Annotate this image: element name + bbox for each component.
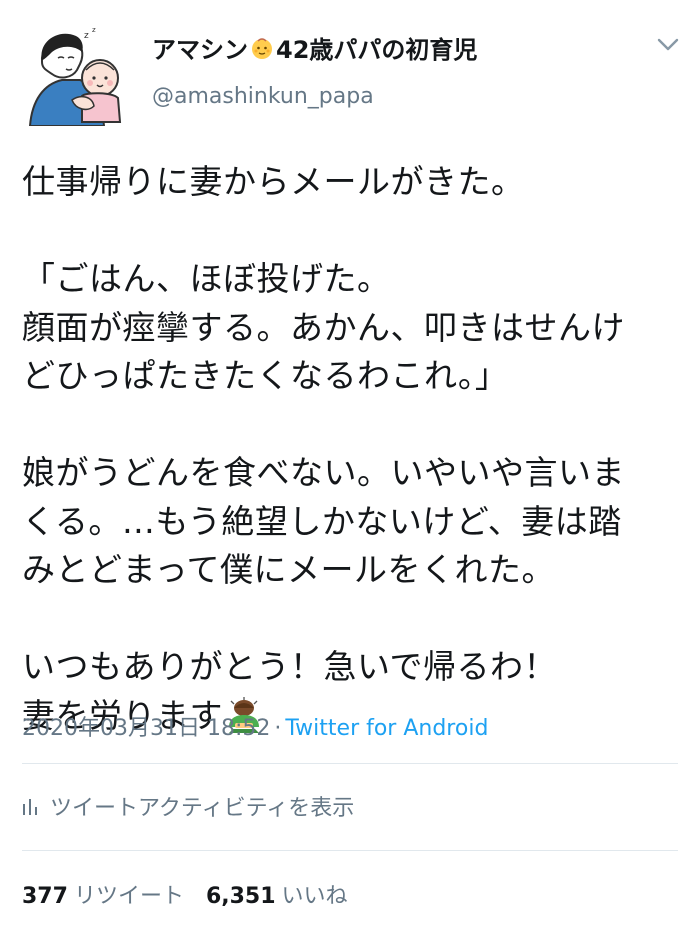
tweet-line: くる。…もう絶望しかないけど、妻は踏 <box>22 501 622 541</box>
divider <box>22 763 678 764</box>
tweet-line: 「ごはん、ほぼ投げた。 <box>22 259 391 298</box>
tweet-source-link[interactable]: Twitter for Android <box>285 716 488 741</box>
chevron-down-icon[interactable] <box>656 36 680 54</box>
svg-text:z: z <box>92 26 96 34</box>
divider <box>22 850 678 851</box>
user-handle[interactable]: @amashinkun_papa <box>152 84 374 109</box>
bar-chart-icon <box>23 799 37 815</box>
likes-count: 6,351 <box>205 884 276 909</box>
meta-separator: · <box>274 716 282 741</box>
user-avatar[interactable]: z z <box>22 22 132 126</box>
tweet-line: いつもありがとう！急いで帰るわ！ <box>22 647 558 686</box>
tweet-activity-link[interactable]: ツイートアクティビティを表示 <box>22 790 354 822</box>
activity-label: ツイートアクティビティを表示 <box>50 796 355 821</box>
baby-emoji-icon <box>252 37 272 59</box>
retweets-stat[interactable]: 377 リツイート <box>22 884 184 909</box>
tweet-line: 仕事帰りに妻からメールがきた。 <box>22 162 525 201</box>
tweet-stats: 377 リツイート 6,351 いいね <box>22 878 348 910</box>
tweet-line: どひっぱたきたくなるわこれ。」 <box>22 356 509 395</box>
tweet-text: 仕事帰りに妻からメールがきた。 「ごはん、ほぼ投げた。 顔面が痙攣する。あかん、… <box>22 158 682 740</box>
likes-stat[interactable]: 6,351 いいね <box>206 884 348 909</box>
tweet-line: みとどまって僕にメールをくれた。 <box>22 550 556 589</box>
tweet-line: 娘がうどんを食べない。いやいや言いま <box>22 453 625 492</box>
svg-text:z: z <box>84 31 89 41</box>
retweets-label: リツイート <box>73 884 184 909</box>
tweet-timestamp[interactable]: 2020年03月31日 18:52 <box>22 716 270 741</box>
retweets-count: 377 <box>22 884 68 909</box>
tweet-meta: 2020年03月31日 18:52 · Twitter for Android <box>22 710 488 742</box>
tweet-line: 顔面が痙攣する。あかん、叩きはせんけ <box>22 307 625 347</box>
user-display-name[interactable]: アマシン 42歳パパの初育児 <box>152 30 477 65</box>
likes-label: いいね <box>281 884 348 909</box>
tweet-header: z z アマシン 42歳パパの初育児 @amashinkun_papa <box>0 0 700 130</box>
display-name-part2: 42歳パパの初育児 <box>276 36 478 64</box>
display-name-part1: アマシン <box>152 36 248 64</box>
